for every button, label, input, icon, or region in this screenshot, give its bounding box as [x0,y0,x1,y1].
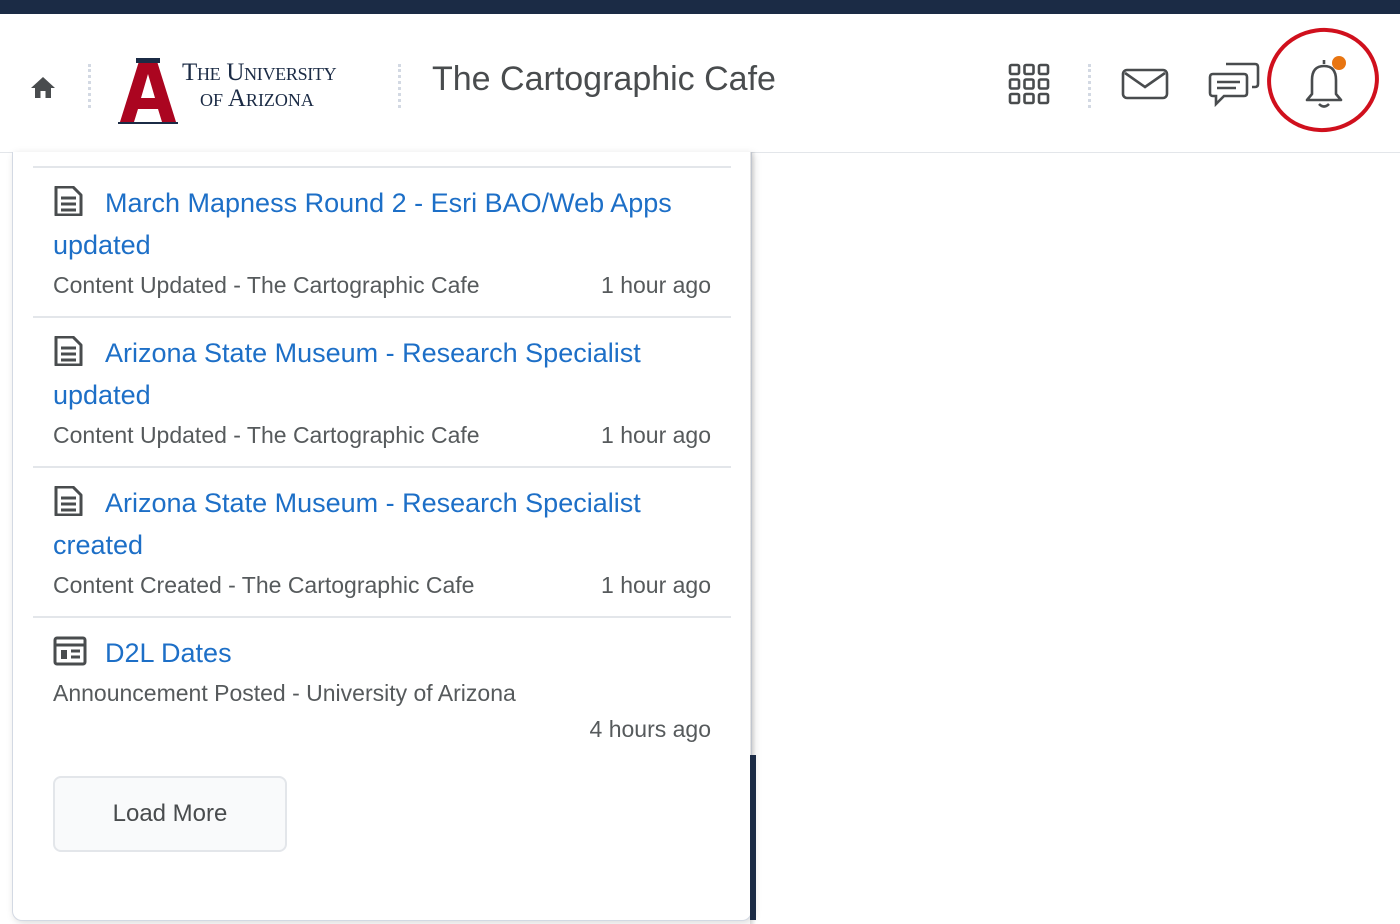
document-icon [54,186,83,216]
separator [88,64,91,108]
arizona-a-logo-icon [118,58,178,124]
logo-wordmark: The University of Arizona [182,59,337,112]
notification-item[interactable]: Arizona State Museum - Research Speciali… [33,466,731,616]
logo-line-1: The University [182,59,337,86]
notification-source: Content Updated - The Cartographic Cafe [53,272,480,298]
notification-meta: Content Created - The Cartographic Cafe … [53,568,711,602]
logo-line-2: of Arizona [200,85,314,112]
notification-title-text[interactable]: D2L Dates [105,638,232,668]
notification-title-link[interactable]: March Mapness Round 2 - Esri BAO/Web App… [53,182,711,266]
nav-header: The University of Arizona The Cartograph… [0,14,1400,153]
notification-time: 1 hour ago [601,422,711,448]
load-more-button[interactable]: Load More [53,776,287,852]
separator [398,64,401,108]
notifications-dropdown: March Mapness Round 2 - Esri BAO/Web App… [12,152,752,921]
waffle-grid-icon[interactable] [1008,63,1050,105]
annotation-highlight-circle [1260,20,1386,140]
document-icon [54,486,83,516]
university-logo[interactable]: The University of Arizona [118,54,370,124]
notification-title-link[interactable]: Arizona State Museum - Research Speciali… [53,332,711,416]
home-icon[interactable] [30,74,56,100]
notification-meta: Content Updated - The Cartographic Cafe … [53,268,711,302]
notification-time: 1 hour ago [601,572,711,598]
course-title[interactable]: The Cartographic Cafe [432,60,776,99]
notification-source: Content Updated - The Cartographic Cafe [53,422,480,448]
notification-item[interactable]: Arizona State Museum - Research Speciali… [33,316,731,466]
notification-time: 4 hours ago [589,716,711,742]
notifications-list: March Mapness Round 2 - Esri BAO/Web App… [33,166,731,762]
notification-time: 1 hour ago [601,272,711,298]
chat-icon[interactable] [1208,60,1260,108]
notification-item[interactable]: March Mapness Round 2 - Esri BAO/Web App… [33,166,731,316]
notification-meta: Content Updated - The Cartographic Cafe … [53,418,711,452]
notification-title-text[interactable]: Arizona State Museum - Research Speciali… [53,338,641,410]
mail-icon[interactable] [1120,66,1170,102]
announcement-icon [53,636,87,666]
notification-item[interactable]: D2L Dates Announcement Posted - Universi… [33,616,731,762]
notification-title-link[interactable]: D2L Dates [53,632,711,674]
notification-title-text[interactable]: March Mapness Round 2 - Esri BAO/Web App… [53,188,672,260]
separator [1088,64,1091,108]
background-strip [750,755,756,920]
document-icon [54,336,83,366]
notification-source: Announcement Posted - University of Ariz… [53,680,516,706]
notification-title-text[interactable]: Arizona State Museum - Research Speciali… [53,488,641,560]
notification-meta: Announcement Posted - University of Ariz… [53,676,711,748]
top-brand-bar [0,0,1400,14]
notification-source: Content Created - The Cartographic Cafe [53,572,475,598]
notification-title-link[interactable]: Arizona State Museum - Research Speciali… [53,482,711,566]
